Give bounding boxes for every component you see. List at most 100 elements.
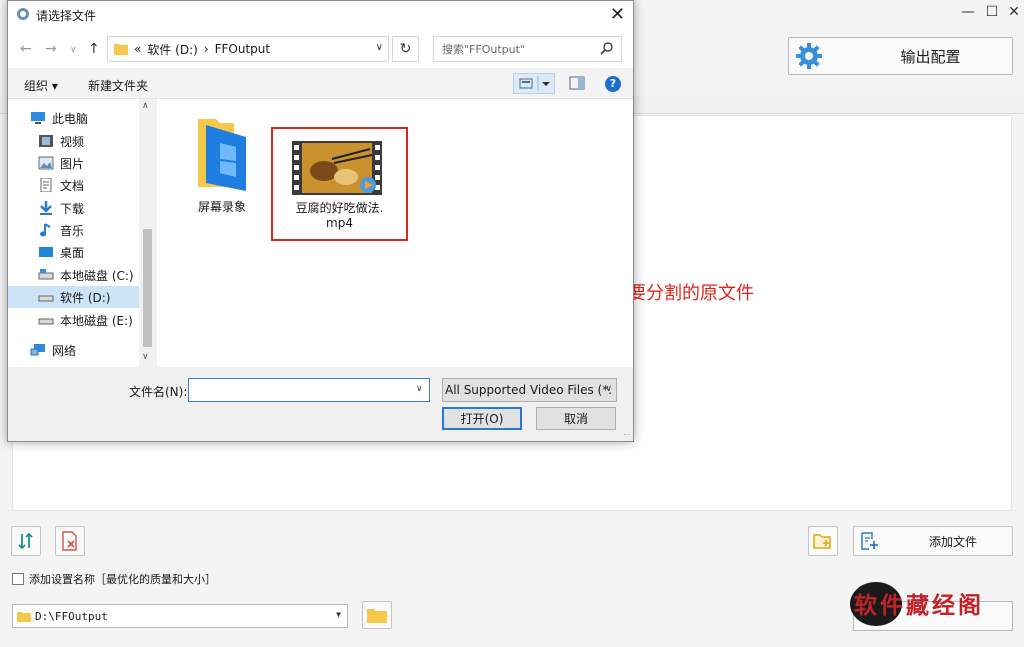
- nav-scrollbar[interactable]: ∧ ∨: [139, 99, 155, 367]
- output-config-button[interactable]: 输出配置: [788, 37, 1013, 75]
- breadcrumb-drive[interactable]: 软件 (D:): [147, 41, 197, 58]
- breadcrumb-prefix[interactable]: «: [134, 42, 141, 56]
- video-thumbnail-icon: [292, 141, 382, 195]
- svg-text:件: 件: [880, 592, 903, 619]
- nav-item-label: 视频: [60, 134, 85, 149]
- folder-icon: [17, 612, 31, 622]
- forward-icon[interactable]: →: [45, 41, 57, 57]
- recent-chevron-icon[interactable]: ∨: [70, 45, 77, 55]
- organize-button[interactable]: 组织 ▾: [24, 77, 58, 94]
- gear-icon: [796, 43, 822, 69]
- preview-pane-icon[interactable]: [569, 76, 585, 90]
- drive-icon: [38, 269, 54, 280]
- file-item-label: 屏幕录象: [197, 200, 246, 214]
- folder-icon: [367, 609, 387, 623]
- close-icon[interactable]: ✕: [610, 4, 625, 25]
- watermark-logo: 软 件 藏 经 阁: [850, 582, 981, 626]
- nav-item-label: 桌面: [60, 245, 85, 260]
- chevron-down-icon: ▼: [336, 610, 341, 619]
- filename-label: 文件名(N):: [129, 385, 188, 399]
- navigation-pane: 此电脑 视频 图片 文档 下载 音乐 桌面 本地磁盘 (C:) 软件 (D:) …: [8, 99, 156, 367]
- up-icon[interactable]: ↑: [88, 41, 100, 57]
- back-icon[interactable]: ←: [20, 41, 32, 57]
- search-placeholder: 搜索"FFOutput": [442, 43, 525, 56]
- drive-icon: [38, 318, 54, 325]
- dialog-title: 请选择文件: [36, 9, 97, 23]
- svg-text:阁: 阁: [958, 592, 981, 619]
- nav-item-documents[interactable]: 文档: [8, 174, 146, 196]
- breadcrumb-folder[interactable]: FFOutput: [215, 42, 271, 56]
- nav-item-drive-e[interactable]: 本地磁盘 (E:): [8, 309, 146, 331]
- nav-item-drive-d[interactable]: 软件 (D:): [8, 286, 146, 308]
- scrollbar-thumb[interactable]: [143, 229, 152, 347]
- resize-grip-icon[interactable]: ⋯: [623, 430, 631, 439]
- view-icon: [519, 76, 550, 91]
- dialog-titlebar[interactable]: 请选择文件 ✕: [8, 1, 633, 30]
- video-icon: [39, 135, 53, 147]
- remove-button[interactable]: [55, 526, 85, 556]
- new-folder-button[interactable]: 新建文件夹: [88, 77, 148, 94]
- file-item-folder[interactable]: 屏幕录象: [182, 113, 262, 215]
- filename-input[interactable]: [188, 378, 430, 402]
- refresh-icon: ↻: [399, 41, 412, 57]
- file-type-select[interactable]: All Supported Video Files (*. ∨: [442, 378, 617, 402]
- add-setting-name-label: 添加设置名称［最优化的质量和大小］: [29, 573, 216, 586]
- split-button[interactable]: [11, 526, 41, 556]
- download-icon: [40, 201, 52, 215]
- chevron-down-icon: ∨: [605, 384, 612, 394]
- computer-icon: [31, 112, 45, 124]
- add-setting-name-row[interactable]: 添加设置名称［最优化的质量和大小］: [12, 571, 216, 587]
- maximize-icon[interactable]: ☐: [980, 2, 1004, 22]
- cancel-button[interactable]: 取消: [536, 407, 616, 430]
- scroll-down-icon[interactable]: ∨: [142, 352, 149, 362]
- address-bar[interactable]: « 软件 (D:) › FFOutput ∨: [107, 36, 389, 62]
- nav-item-label: 音乐: [60, 223, 85, 238]
- svg-text:藏: 藏: [906, 592, 929, 619]
- file-pane: 屏幕录象 豆腐的好吃做法. mp4: [157, 99, 633, 367]
- open-file-dialog: 请选择文件 ✕ ← → ∨ ↑ « 软件 (D:) › FFOutput ∨ ↻…: [7, 0, 634, 442]
- breadcrumb-separator[interactable]: ›: [204, 42, 209, 56]
- nav-item-desktop[interactable]: 桌面: [8, 241, 146, 263]
- search-input[interactable]: 搜索"FFOutput": [433, 36, 622, 62]
- nav-item-downloads[interactable]: 下载: [8, 197, 146, 219]
- add-file-label: 添加文件: [928, 534, 977, 549]
- nav-item-label: 文档: [60, 178, 85, 193]
- document-icon: [40, 178, 52, 192]
- dialog-footer: 文件名(N): ∨ All Supported Video Files (*. …: [8, 367, 633, 441]
- nav-item-this-pc[interactable]: 此电脑: [8, 107, 146, 129]
- file-type-value: All Supported Video Files (*.: [445, 383, 613, 397]
- output-path-select[interactable]: D:\FFOutput ▼: [12, 604, 348, 628]
- split-icon: [18, 532, 33, 550]
- add-file-button[interactable]: 添加文件: [853, 526, 1013, 556]
- file-name-line2: mp4: [326, 216, 353, 230]
- add-file-icon: [861, 532, 878, 550]
- browse-folder-button[interactable]: [362, 601, 392, 629]
- desktop-icon: [39, 247, 53, 257]
- refresh-button[interactable]: ↻: [392, 36, 419, 62]
- view-options-button[interactable]: [513, 73, 555, 94]
- chevron-down-icon[interactable]: ∨: [376, 42, 383, 53]
- nav-item-label: 此电脑: [52, 111, 89, 126]
- nav-item-music[interactable]: 音乐: [8, 219, 146, 241]
- help-icon[interactable]: ?: [605, 76, 621, 92]
- search-icon: [600, 42, 613, 55]
- nav-item-videos[interactable]: 视频: [8, 130, 146, 152]
- scroll-up-icon[interactable]: ∧: [142, 101, 149, 111]
- nav-item-network[interactable]: 网络: [8, 339, 146, 361]
- file-item-label: 豆腐的好吃做法. mp4: [273, 201, 406, 231]
- navigation-bar: ← → ∨ ↑ « 软件 (D:) › FFOutput ∨ ↻ 搜索"FFOu…: [8, 30, 633, 68]
- app-icon: [17, 8, 29, 20]
- add-folder-button[interactable]: [808, 526, 838, 556]
- delete-file-icon: [62, 531, 77, 551]
- command-bar: 组织 ▾ 新建文件夹 ?: [8, 68, 633, 99]
- add-folder-icon: [813, 534, 831, 549]
- add-setting-name-checkbox[interactable]: [12, 573, 24, 585]
- drive-icon: [38, 295, 54, 302]
- close-icon[interactable]: ✕: [1002, 2, 1024, 22]
- file-item-video[interactable]: 豆腐的好吃做法. mp4: [271, 127, 408, 241]
- nav-item-pictures[interactable]: 图片: [8, 152, 146, 174]
- nav-item-label: 网络: [52, 343, 77, 358]
- open-button[interactable]: 打开(O): [442, 407, 522, 430]
- nav-item-drive-c[interactable]: 本地磁盘 (C:): [8, 264, 146, 286]
- minimize-icon[interactable]: —: [956, 2, 980, 22]
